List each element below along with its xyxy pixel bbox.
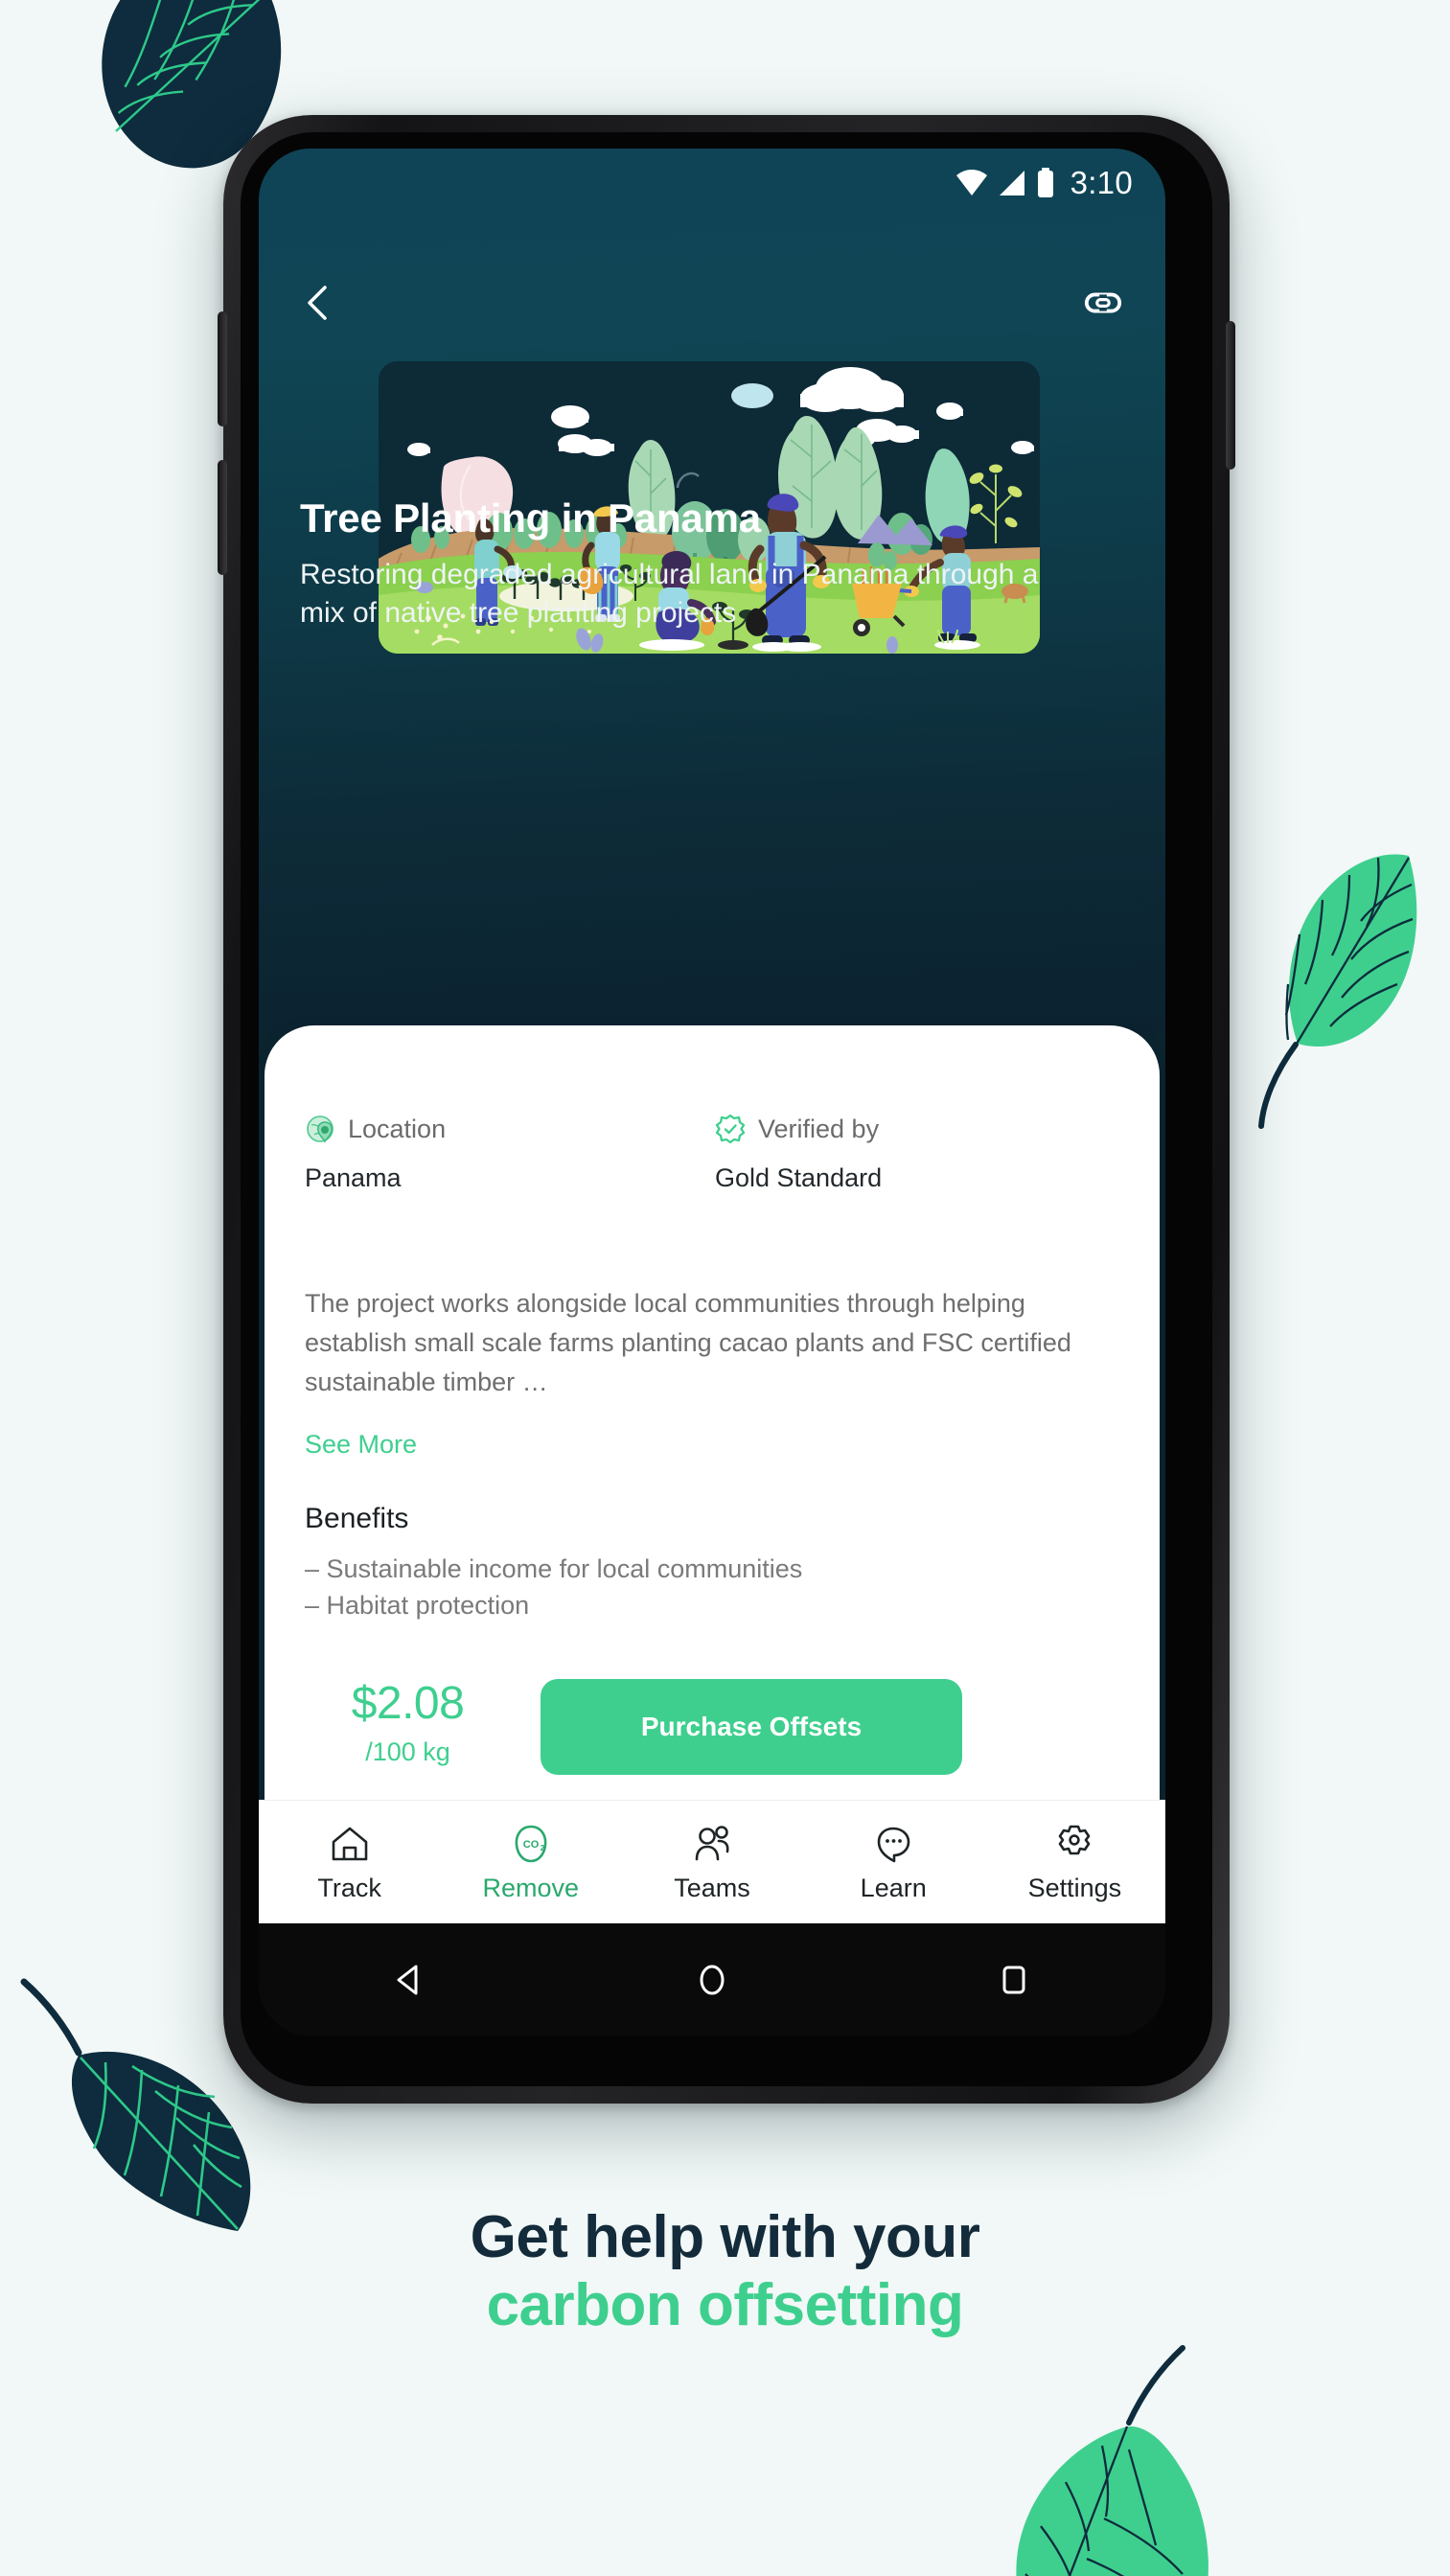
back-triangle-icon[interactable] [389,1959,431,2001]
recents-square-icon[interactable] [993,1959,1035,2001]
poster-stage: 3:10 Tree Planting in Panama Restoring d… [0,0,1450,2576]
see-more-link[interactable]: See More [305,1430,417,1460]
home-circle-icon[interactable] [691,1959,733,2001]
svg-text:CO: CO [523,1839,540,1851]
status-bar-time: 3:10 [1070,165,1133,200]
hero-top-bar [259,269,1165,336]
headline-line-1: Get help with your [470,2204,980,2270]
meta-verified-head: Verified by [715,1114,1110,1144]
tab-settings[interactable]: Settings [984,1822,1165,1903]
cellular-signal-icon [999,171,1024,196]
page-subtitle: Restoring degraded agricultural land in … [300,559,1039,629]
price-block: $2.08 /100 kg [305,1677,511,1767]
tab-teams-label: Teams [674,1873,750,1902]
meta-verified: Verified by Gold Standard [707,1114,1110,1193]
leaf-middle-right-icon [1258,854,1417,1129]
volume-up-button[interactable] [218,311,227,426]
benefits-heading: Benefits [305,1503,409,1534]
tab-teams[interactable]: Teams [621,1822,802,1903]
wifi-icon [955,170,987,196]
tab-remove[interactable]: CO 2 Remove [440,1822,621,1903]
benefit-item: – Habitat protection [305,1591,530,1621]
phone-mockup: 3:10 Tree Planting in Panama Restoring d… [218,115,1235,2104]
android-navigation-bar [259,1923,1165,2036]
home-icon [332,1827,367,1860]
marketing-headline: Get help with your carbon offsetting [0,2204,1450,2341]
phone-screen: 3:10 Tree Planting in Panama Restoring d… [259,149,1165,2036]
tab-settings-label: Settings [1027,1873,1122,1902]
tab-remove-label: Remove [482,1873,580,1902]
volume-down-button[interactable] [218,460,227,575]
project-meta-row: Location Panama Verified by Gold Standar… [305,1114,1110,1193]
tab-track[interactable]: Track [259,1822,440,1903]
price-unit: /100 kg [365,1737,450,1766]
gear-icon [1059,1825,1091,1854]
people-icon [695,1825,729,1860]
tab-learn-label: Learn [860,1873,927,1902]
meta-location: Location Panama [305,1114,707,1193]
meta-location-value: Panama [305,1163,402,1192]
meta-location-head: Location [305,1114,707,1144]
tab-track-label: Track [317,1873,381,1902]
power-button[interactable] [1226,321,1235,470]
project-description: The project works alongside local commun… [305,1289,1071,1397]
benefit-item: – Sustainable income for local communiti… [305,1554,803,1583]
battery-icon [1037,168,1053,197]
benefits-list: – Sustainable income for local communiti… [305,1551,1071,1624]
price-amount: $2.08 [351,1678,465,1729]
chat-icon [877,1827,910,1862]
headline-line-2: carbon offsetting [486,2272,964,2339]
co2-drop-icon: CO 2 [515,1825,547,1862]
tab-learn[interactable]: Learn [803,1822,984,1903]
leaf-bottom-right-icon [1016,2345,1208,2576]
status-bar: 3:10 [259,149,1165,218]
purchase-offsets-button[interactable]: Purchase Offsets [541,1679,962,1775]
meta-verified-value: Gold Standard [715,1163,883,1192]
meta-location-label: Location [348,1114,447,1143]
page-title: Tree Planting in Panama [300,495,761,540]
verified-badge-icon [715,1114,746,1144]
hero-section: 3:10 Tree Planting in Panama Restoring d… [259,149,1165,1032]
globe-location-icon [307,1116,334,1143]
svg-text:2: 2 [541,1844,545,1852]
link-icon[interactable] [1083,283,1123,323]
meta-verified-label: Verified by [758,1114,880,1143]
bottom-tab-bar: Track CO 2 Remove Teams Learn Settings [259,1800,1165,1923]
back-chevron-icon[interactable] [301,284,334,322]
